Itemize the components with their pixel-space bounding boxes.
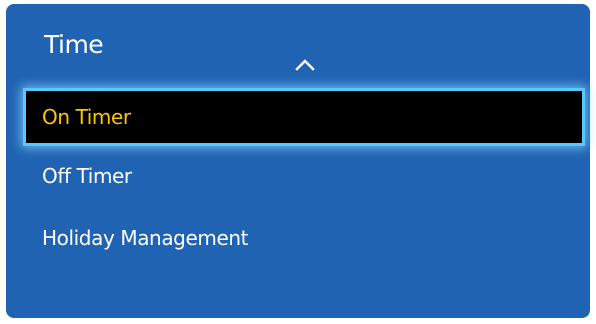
time-menu-panel: Time On Timer Off Timer Holiday Manageme… [6,4,590,318]
menu-item-on-timer[interactable]: On Timer [26,91,582,143]
menu-item-off-timer[interactable]: Off Timer [26,150,582,202]
menu-item-holiday-management[interactable]: Holiday Management [26,212,582,264]
menu-title: Time [44,30,104,59]
chevron-up-icon[interactable] [294,56,316,72]
